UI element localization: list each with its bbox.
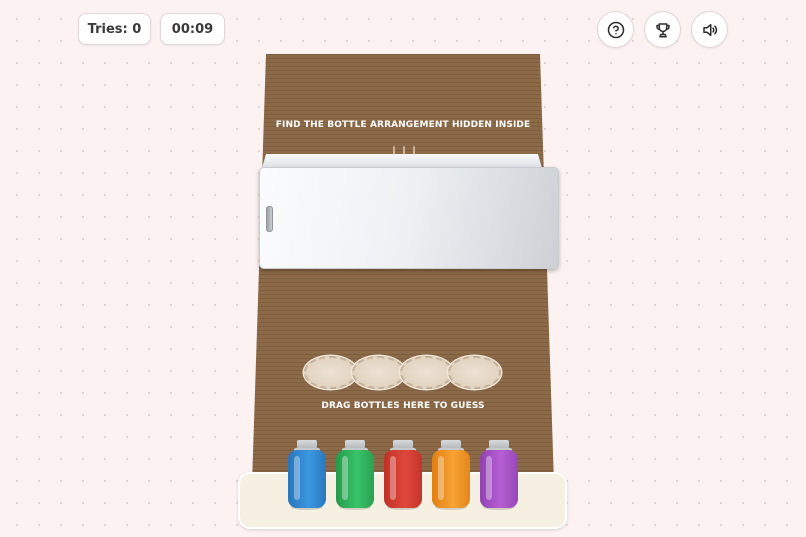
guess-slot-1[interactable] <box>304 356 357 389</box>
tries-counter: Tries: 0 <box>78 13 151 45</box>
bottle-body <box>288 450 326 508</box>
question-circle-icon <box>607 21 624 38</box>
bottle-red[interactable] <box>384 440 422 510</box>
bottle-body <box>336 450 374 508</box>
tries-label: Tries: 0 <box>87 21 142 37</box>
lid-top-edge <box>262 154 542 168</box>
guess-slot-3[interactable] <box>400 356 453 389</box>
drag-instruction: DRAG BOTTLES HERE TO GUESS <box>321 401 485 411</box>
bottle-body <box>384 450 422 508</box>
bottle-blue[interactable] <box>288 440 326 510</box>
leaderboard-button[interactable] <box>644 11 681 48</box>
timer-value: 00:09 <box>171 21 214 37</box>
timer: 00:09 <box>160 13 225 45</box>
guess-slot-4[interactable] <box>448 356 501 389</box>
trophy-icon <box>655 22 670 37</box>
hidden-arrangement-instruction: FIND THE BOTTLE ARRANGEMENT HIDDEN INSID… <box>275 120 531 130</box>
speaker-icon <box>702 23 717 36</box>
hidden-arrangement-cover[interactable] <box>259 167 559 269</box>
cover-handle[interactable] <box>266 206 273 232</box>
sound-toggle-button[interactable] <box>691 11 728 48</box>
game-board <box>252 54 554 484</box>
guess-slot-2[interactable] <box>352 356 405 389</box>
bottle-body <box>480 450 518 508</box>
help-button[interactable] <box>597 11 634 48</box>
bottle-purple[interactable] <box>480 440 518 510</box>
bottle-body <box>432 450 470 508</box>
bottle-orange[interactable] <box>432 440 470 510</box>
bottle-green[interactable] <box>336 440 374 510</box>
